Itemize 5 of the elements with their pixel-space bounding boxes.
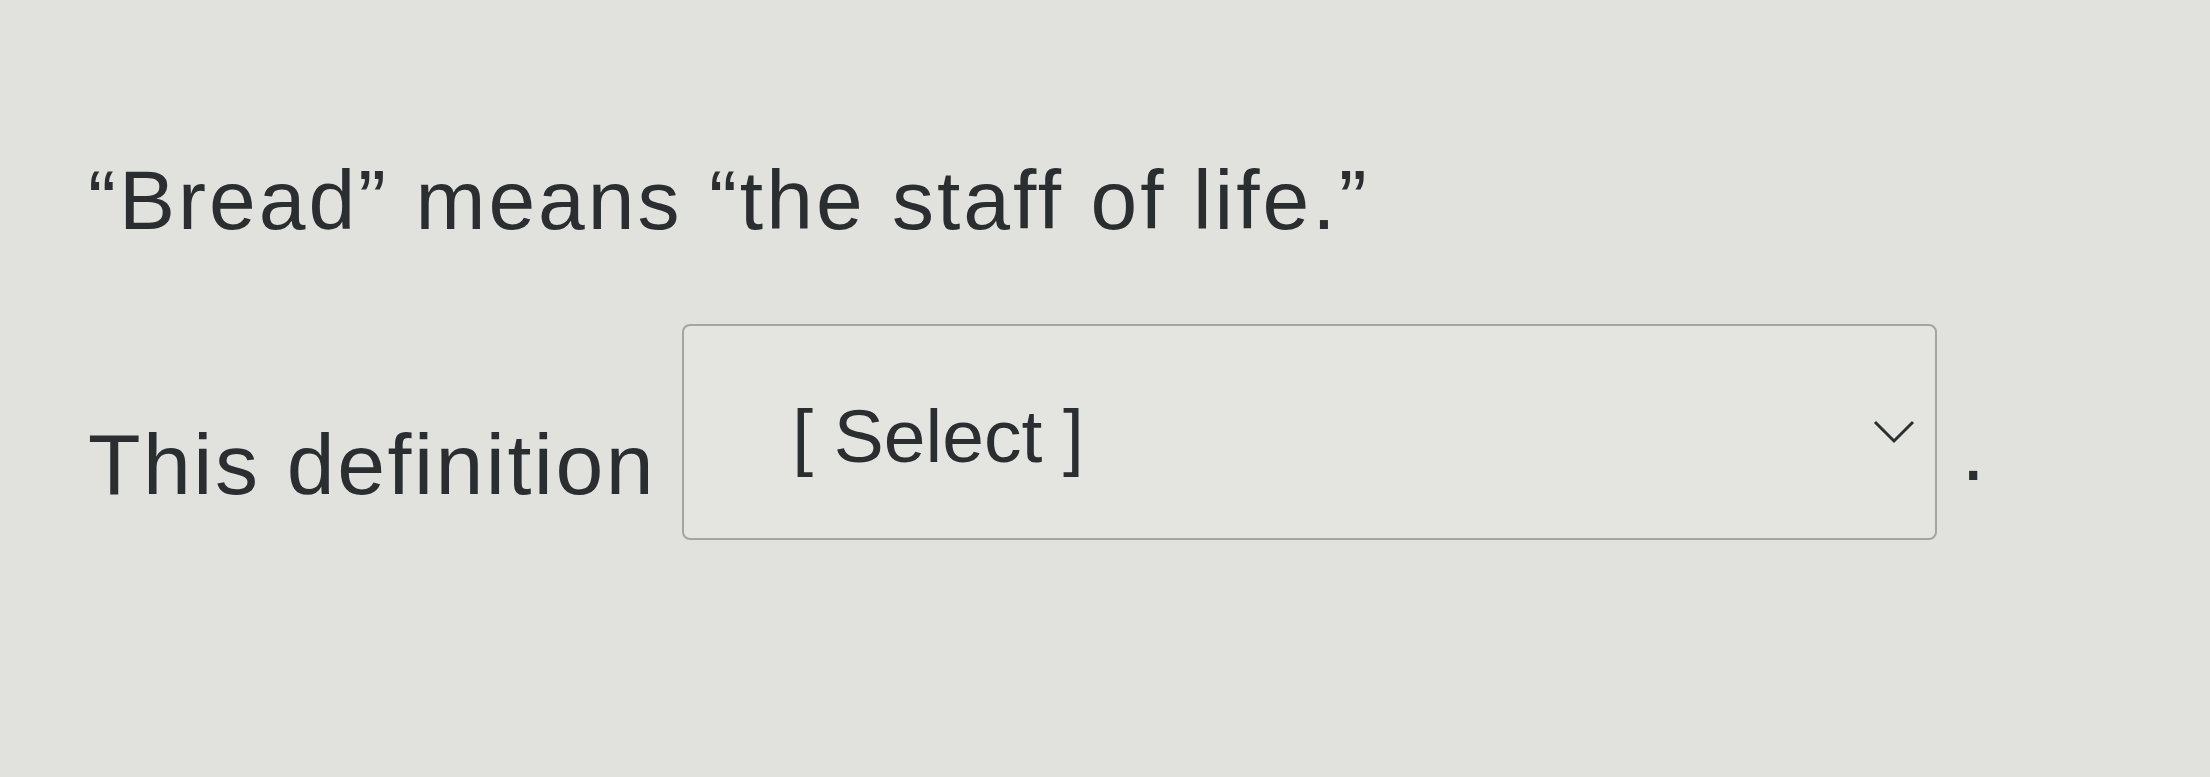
sentence-text: This definition bbox=[88, 415, 657, 514]
answer-dropdown[interactable]: [ Select ] bbox=[682, 324, 1938, 540]
sentence-end-text: . bbox=[1961, 401, 1986, 500]
question-text: “Bread” means “the staff of life.” bbox=[88, 152, 1370, 249]
chevron-down-icon bbox=[1873, 420, 1916, 444]
